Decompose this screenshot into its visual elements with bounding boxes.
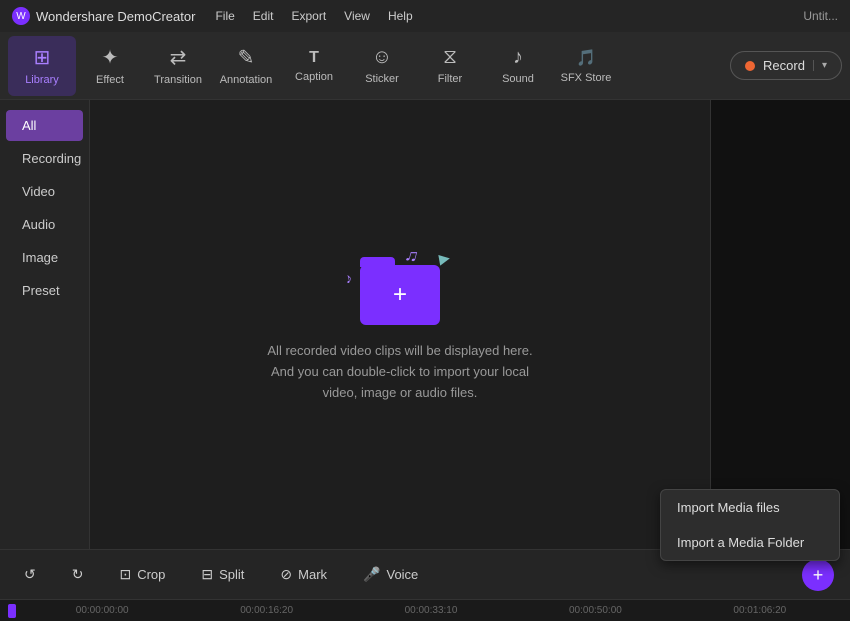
record-dot-icon (745, 61, 755, 71)
tool-sfxstore[interactable]: 🎵 SFX Store (552, 36, 620, 96)
record-button[interactable]: Record ▾ (730, 51, 842, 80)
tool-transition-label: Transition (154, 74, 202, 86)
sidebar: All Recording Video Audio Image Preset (0, 100, 90, 549)
menu-view[interactable]: View (344, 9, 370, 23)
effect-icon: ✦ (102, 45, 119, 70)
empty-state: ♫ ▶ ♪ + All recorded video clips will be… (255, 245, 545, 403)
voice-icon: 🎤 (363, 566, 380, 583)
timeline-playhead[interactable] (8, 604, 16, 618)
empty-state-text: All recorded video clips will be display… (255, 341, 545, 403)
folder-illustration: ♫ ▶ ♪ + (350, 245, 450, 325)
transition-icon: ⇄ (170, 45, 187, 70)
media-icon-2: ▶ (438, 249, 452, 268)
tool-annotation-label: Annotation (220, 74, 273, 86)
tool-effect[interactable]: ✦ Effect (76, 36, 144, 96)
record-dropdown-icon[interactable]: ▾ (813, 60, 827, 71)
redo-icon: ↻ (72, 566, 84, 583)
sidebar-item-video[interactable]: Video (6, 176, 83, 207)
tool-sticker-label: Sticker (365, 73, 399, 85)
mark-button[interactable]: ⊘ Mark (272, 562, 335, 587)
library-icon: ⊞ (34, 45, 51, 70)
music-note-icon-1: ♫ (403, 244, 421, 268)
tool-library[interactable]: ⊞ Library (8, 36, 76, 96)
menu-edit[interactable]: Edit (253, 9, 274, 23)
mark-icon: ⊘ (280, 566, 292, 583)
mark-label: Mark (298, 567, 327, 582)
menu-help[interactable]: Help (388, 9, 413, 23)
tool-sound-label: Sound (502, 73, 534, 85)
sidebar-item-audio[interactable]: Audio (6, 209, 83, 240)
sidebar-item-image[interactable]: Image (6, 242, 83, 273)
tool-filter-label: Filter (438, 73, 462, 85)
sfxstore-icon: 🎵 (576, 48, 596, 68)
menu-file[interactable]: File (215, 9, 234, 23)
folder-body[interactable]: + (360, 265, 440, 325)
app-name: Wondershare DemoCreator (36, 9, 195, 24)
tool-filter[interactable]: ⧖ Filter (416, 36, 484, 96)
voice-button[interactable]: 🎤 Voice (355, 562, 426, 587)
window-title: Untit... (803, 9, 838, 23)
timeline-marker-1: 00:00:16:20 (184, 605, 348, 616)
tool-caption[interactable]: T Caption (280, 36, 348, 96)
app-logo: W Wondershare DemoCreator (12, 7, 195, 25)
sound-icon: ♪ (513, 46, 523, 69)
timeline-marker-3: 00:00:50:00 (513, 605, 677, 616)
import-media-files-item[interactable]: Import Media files (661, 490, 839, 525)
sticker-icon: ☺ (372, 46, 392, 69)
tool-sticker[interactable]: ☺ Sticker (348, 36, 416, 96)
dropdown-menu: Import Media files Import a Media Folder (660, 489, 840, 561)
sidebar-item-recording[interactable]: Recording (6, 143, 83, 174)
undo-button[interactable]: ↺ (16, 562, 44, 587)
record-label: Record (763, 58, 805, 73)
crop-label: Crop (137, 567, 165, 582)
split-icon: ⊟ (201, 566, 213, 583)
timeline: 00:00:00:00 00:00:16:20 00:00:33:10 00:0… (0, 599, 850, 621)
tool-library-label: Library (25, 74, 59, 86)
undo-icon: ↺ (24, 566, 36, 583)
main-area: All Recording Video Audio Image Preset ♫… (0, 100, 850, 549)
tool-caption-label: Caption (295, 71, 333, 83)
content-area: ♫ ▶ ♪ + All recorded video clips will be… (90, 100, 710, 549)
folder-plus-icon: + (393, 281, 407, 309)
split-button[interactable]: ⊟ Split (193, 562, 252, 587)
tool-effect-label: Effect (96, 74, 124, 86)
timeline-marker-4: 00:01:06:20 (678, 605, 842, 616)
filter-icon: ⧖ (443, 46, 457, 69)
toolbar: ⊞ Library ✦ Effect ⇄ Transition ✎ Annota… (0, 32, 850, 100)
add-icon: + (813, 565, 824, 586)
tool-sound[interactable]: ♪ Sound (484, 36, 552, 96)
logo-icon: W (12, 7, 30, 25)
crop-icon: ⊡ (119, 566, 131, 583)
timeline-marker-2: 00:00:33:10 (349, 605, 513, 616)
crop-button[interactable]: ⊡ Crop (111, 562, 173, 587)
import-media-folder-item[interactable]: Import a Media Folder (661, 525, 839, 560)
tool-transition[interactable]: ⇄ Transition (144, 36, 212, 96)
titlebar: W Wondershare DemoCreator File Edit Expo… (0, 0, 850, 32)
sidebar-item-preset[interactable]: Preset (6, 275, 83, 306)
sidebar-item-all[interactable]: All (6, 110, 83, 141)
add-media-button[interactable]: + (802, 559, 834, 591)
caption-icon: T (309, 49, 319, 67)
menu-export[interactable]: Export (291, 9, 326, 23)
menu-bar: File Edit Export View Help (215, 9, 412, 23)
voice-label: Voice (386, 567, 418, 582)
tool-annotation[interactable]: ✎ Annotation (212, 36, 280, 96)
split-label: Split (219, 567, 244, 582)
redo-button[interactable]: ↻ (64, 562, 92, 587)
timeline-marker-0: 00:00:00:00 (20, 605, 184, 616)
music-note-icon-3: ♪ (343, 270, 354, 287)
annotation-icon: ✎ (238, 45, 255, 70)
tool-sfxstore-label: SFX Store (561, 72, 612, 84)
preview-panel (710, 100, 850, 549)
